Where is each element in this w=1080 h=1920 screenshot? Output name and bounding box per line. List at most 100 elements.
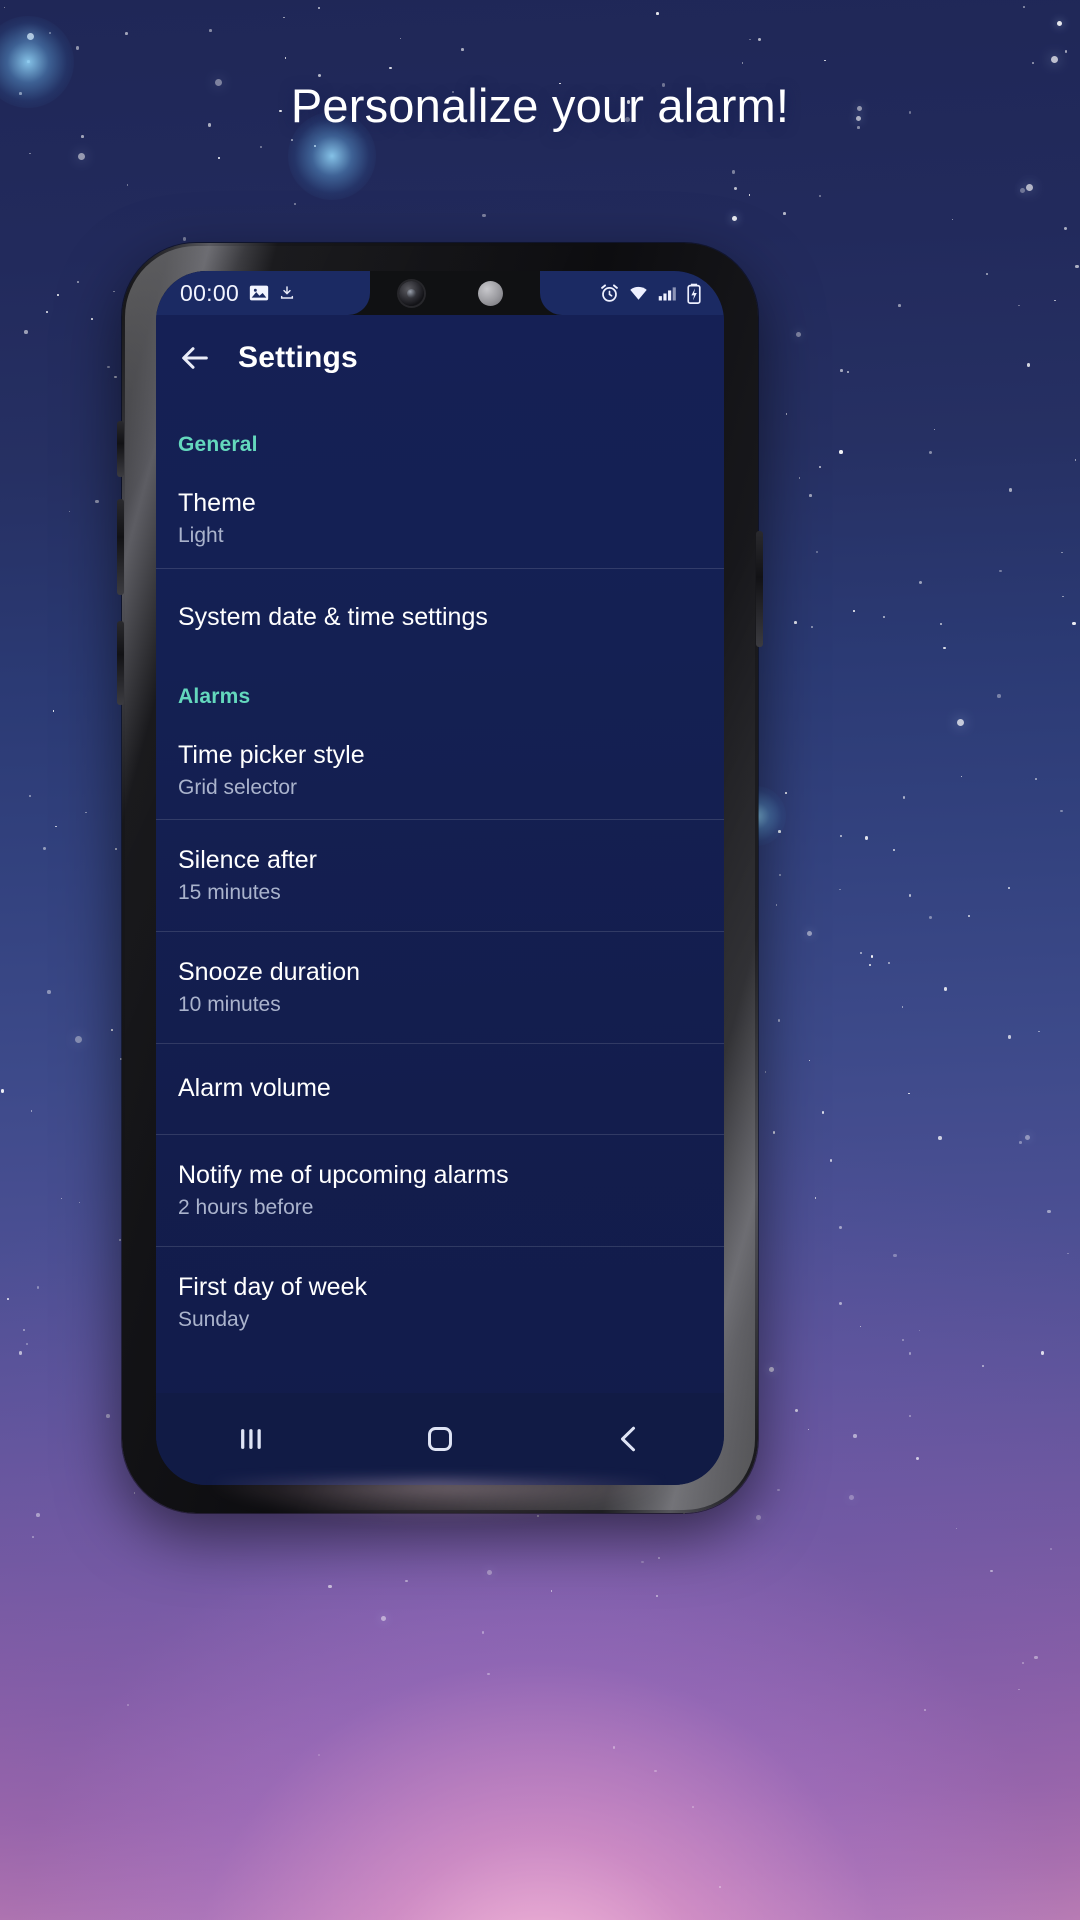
battery-charging-icon xyxy=(687,283,701,304)
star xyxy=(84,811,87,814)
back-button[interactable] xyxy=(583,1410,675,1468)
star xyxy=(1019,1141,1022,1144)
list-item-title: Theme xyxy=(178,489,256,517)
star xyxy=(655,1594,659,1598)
list-item-alarm-volume[interactable]: Alarm volume xyxy=(156,1042,724,1134)
back-arrow-icon[interactable] xyxy=(178,341,212,375)
nav-back-icon xyxy=(621,1426,636,1452)
app-bar: Settings xyxy=(156,315,724,401)
star xyxy=(389,66,392,70)
star xyxy=(943,646,946,650)
star xyxy=(1057,21,1063,27)
star xyxy=(1054,299,1056,302)
star xyxy=(928,915,933,920)
star xyxy=(870,955,874,958)
star xyxy=(1008,488,1013,492)
list-item-snooze-duration[interactable]: Snooze duration 10 minutes xyxy=(156,931,724,1043)
star xyxy=(811,626,813,628)
star xyxy=(859,1325,862,1328)
star xyxy=(1063,226,1068,231)
star xyxy=(318,1754,320,1756)
star xyxy=(846,370,850,374)
volume-down-button[interactable] xyxy=(117,499,124,595)
star xyxy=(853,610,855,613)
list-item-first-day-of-week[interactable]: First day of week Sunday xyxy=(156,1245,724,1358)
star xyxy=(1064,50,1068,53)
front-camera-icon xyxy=(399,281,424,306)
list-item-silence-after[interactable]: Silence after 15 minutes xyxy=(156,819,724,931)
phone-mockup: 00:00 Settings General Theme Light Syste… xyxy=(117,243,763,1521)
star xyxy=(1022,1662,1024,1664)
power-button[interactable] xyxy=(756,531,763,647)
star xyxy=(283,16,285,19)
star xyxy=(719,1886,721,1888)
star xyxy=(1019,188,1025,194)
star xyxy=(317,73,322,78)
list-item-title: First day of week xyxy=(178,1272,367,1301)
star xyxy=(294,203,296,206)
star xyxy=(125,32,128,35)
star xyxy=(487,1672,490,1676)
settings-list[interactable]: General Theme Light System date & time s… xyxy=(156,401,724,1357)
volume-up-button[interactable] xyxy=(117,421,124,477)
list-item-theme[interactable]: Theme Light xyxy=(156,471,724,568)
home-button[interactable] xyxy=(394,1410,486,1468)
star xyxy=(29,152,32,155)
list-item-notify-upcoming-alarms[interactable]: Notify me of upcoming alarms 2 hours bef… xyxy=(156,1133,724,1246)
star xyxy=(78,1201,81,1204)
star xyxy=(768,1367,774,1373)
star xyxy=(57,293,60,296)
list-item-system-date-time[interactable]: System date & time settings xyxy=(156,567,724,667)
home-icon xyxy=(428,1427,452,1451)
star xyxy=(52,709,55,712)
star xyxy=(1025,1135,1031,1140)
star xyxy=(777,1019,781,1022)
star xyxy=(692,1806,695,1808)
star xyxy=(785,413,788,416)
star xyxy=(1075,264,1079,269)
recents-button[interactable] xyxy=(205,1410,297,1468)
star xyxy=(641,1560,644,1564)
star xyxy=(1026,183,1034,191)
star xyxy=(1032,61,1035,64)
section-header-general: General xyxy=(178,433,258,456)
assistant-button[interactable] xyxy=(117,621,124,705)
alarm-icon xyxy=(601,283,618,302)
image-icon xyxy=(249,285,269,301)
star xyxy=(23,1329,26,1331)
star xyxy=(95,499,99,504)
list-item-subtitle: Light xyxy=(178,524,224,547)
star xyxy=(783,212,786,215)
star xyxy=(901,1339,904,1342)
star xyxy=(888,962,890,964)
recents-icon xyxy=(240,1429,261,1449)
star xyxy=(42,846,47,851)
star xyxy=(113,290,116,293)
star xyxy=(380,1616,386,1622)
section-header-alarms: Alarms xyxy=(178,684,251,708)
star xyxy=(482,213,486,218)
star xyxy=(77,281,80,283)
star xyxy=(892,849,895,852)
star xyxy=(821,1111,825,1114)
star xyxy=(1040,1351,1045,1355)
star xyxy=(868,964,871,966)
star xyxy=(1007,1035,1012,1039)
star xyxy=(796,331,801,337)
star xyxy=(1074,459,1077,461)
star xyxy=(612,1746,616,1749)
star xyxy=(815,550,819,554)
star xyxy=(882,615,886,619)
star xyxy=(808,1059,811,1062)
list-item-title: Notify me of upcoming alarms xyxy=(178,1160,509,1189)
star xyxy=(794,621,797,624)
star xyxy=(807,1428,810,1431)
star xyxy=(81,135,84,138)
star xyxy=(1008,887,1011,889)
list-item-title: Time picker style xyxy=(178,740,365,769)
star xyxy=(733,186,738,191)
star xyxy=(74,1036,82,1044)
star xyxy=(405,1579,408,1583)
download-icon xyxy=(280,286,294,299)
list-item-time-picker-style[interactable]: Time picker style Grid selector xyxy=(156,723,724,820)
